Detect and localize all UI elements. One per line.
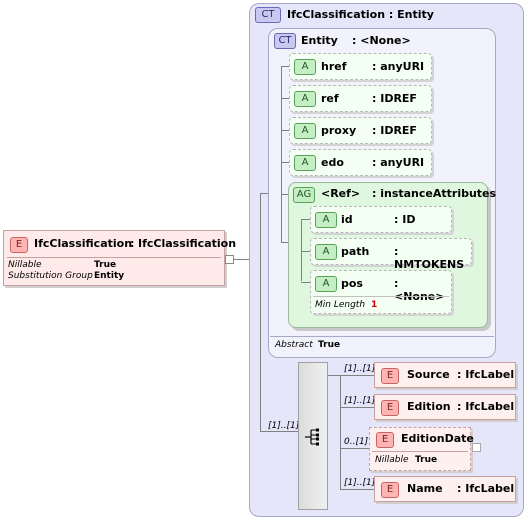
connector-attr-proxy (281, 130, 289, 131)
attribute-path[interactable]: A path : NMTOKENS (310, 238, 472, 271)
entity-divider (270, 336, 494, 337)
connector-attr-edo (281, 162, 289, 163)
expand-toggle[interactable] (472, 443, 481, 452)
connector-child-edition (340, 407, 374, 408)
root-element-box[interactable]: E IfcClassification : IfcClassification … (3, 230, 236, 286)
connector-attributes-vertical (281, 66, 282, 242)
child-occurrence: [1]..[1] (344, 364, 376, 374)
root-element-divider (7, 257, 221, 258)
child-occurrence: [1]..[1] (344, 396, 376, 406)
element-type: : IfcLabel (457, 482, 515, 495)
connector-attr-ref (281, 98, 289, 99)
connector-group-pos (301, 282, 310, 283)
sequence-occurrence: [1]..[1] (268, 421, 300, 431)
abstract-value: True (318, 340, 341, 350)
child-occurrence: 0..[1] (344, 437, 369, 447)
element-edition[interactable]: E Edition : IfcLabel (374, 394, 516, 420)
nillable-value: True (415, 455, 438, 465)
element-source[interactable]: E Source : IfcLabel (374, 362, 516, 388)
collapse-toggle[interactable] (225, 255, 234, 264)
attribute-type: : anyURI (372, 60, 425, 73)
substitution-group-label: Substitution Group (8, 271, 93, 281)
element-editiondate-divider (372, 451, 468, 452)
connector-child-name (340, 489, 374, 490)
attribute-badge: A (315, 244, 337, 260)
nillable-label: Nillable (375, 455, 409, 465)
connector-to-sequence (260, 431, 298, 432)
substitution-group-value: Entity (94, 271, 125, 281)
attribute-badge: A (294, 155, 316, 171)
attribute-type: : anyURI (372, 156, 425, 169)
min-length-value: 1 (371, 300, 378, 310)
attribute-badge: A (315, 276, 337, 292)
root-element-type: IfcClassification (138, 237, 237, 250)
entity-type-type: : <None> (352, 34, 411, 47)
attribute-proxy[interactable]: A proxy : IDREF (289, 117, 432, 144)
attribute-name: href (321, 60, 347, 73)
attribute-pos-divider (313, 296, 449, 297)
attribute-name: edo (321, 156, 344, 169)
attribute-group-badge: AG (293, 187, 315, 203)
connector-type-vertical (260, 193, 261, 431)
complex-type-badge: CT (255, 7, 281, 23)
sequence-compositor[interactable] (298, 362, 328, 510)
attribute-name: id (341, 213, 353, 226)
abstract-label: Abstract (275, 340, 313, 350)
complex-type-title: IfcClassification : Entity (287, 8, 434, 21)
element-badge: E (376, 432, 394, 448)
attribute-type: : <None> (394, 277, 445, 303)
attribute-group-name: <Ref> (321, 187, 361, 200)
element-type: : IfcLabel (457, 400, 515, 413)
connector-group-path (301, 251, 310, 252)
attribute-name: path (341, 245, 370, 258)
attribute-type: : IDREF (372, 92, 417, 105)
attribute-badge: A (294, 91, 316, 107)
min-length-label: Min Length (315, 300, 366, 310)
root-element-name: IfcClassification (34, 237, 133, 250)
entity-type-name: Entity (301, 34, 338, 47)
attribute-name: pos (341, 277, 363, 290)
element-type: : IfcLabel (457, 368, 515, 381)
attribute-badge: A (294, 59, 316, 75)
nillable-label: Nillable (8, 260, 42, 270)
element-badge: E (381, 482, 399, 498)
attribute-badge: A (294, 123, 316, 139)
attribute-type: : ID (394, 213, 416, 226)
attribute-edo[interactable]: A edo : anyURI (289, 149, 432, 176)
element-name[interactable]: E Name : IfcLabel (374, 476, 516, 502)
element-name: Source (407, 368, 450, 381)
nillable-value: True (94, 260, 117, 270)
element-name-label: Name (407, 482, 443, 495)
root-element-separator: : (130, 237, 135, 250)
connector-group-vertical (301, 219, 302, 281)
element-name: EditionDate (401, 432, 474, 445)
attribute-href[interactable]: A href : anyURI (289, 53, 432, 80)
sequence-icon (305, 428, 319, 446)
attribute-ref[interactable]: A ref : IDREF (289, 85, 432, 112)
connector-child-source (328, 375, 374, 376)
connector-child-editiondate (340, 448, 369, 449)
connector-attr-href (281, 66, 289, 67)
connector-sequence-vertical (340, 375, 341, 489)
attribute-name: ref (321, 92, 339, 105)
attribute-badge: A (315, 212, 337, 228)
attribute-group-type: : instanceAttributes (372, 187, 497, 200)
attribute-id[interactable]: A id : ID (310, 206, 452, 233)
attribute-type: : NMTOKENS (394, 245, 465, 271)
attribute-pos[interactable]: A pos : <None> Min Length 1 (310, 270, 452, 314)
element-badge: E (381, 368, 399, 384)
entity-type-badge: CT (274, 33, 296, 49)
attribute-name: proxy (321, 124, 357, 137)
element-name: Edition (407, 400, 451, 413)
element-editiondate[interactable]: E EditionDate Nillable True (369, 427, 474, 471)
attribute-type: : IDREF (372, 124, 417, 137)
element-badge: E (381, 400, 399, 416)
child-occurrence: [1]..[1] (344, 478, 376, 488)
connector-group-id (301, 219, 310, 220)
element-badge: E (10, 237, 28, 253)
